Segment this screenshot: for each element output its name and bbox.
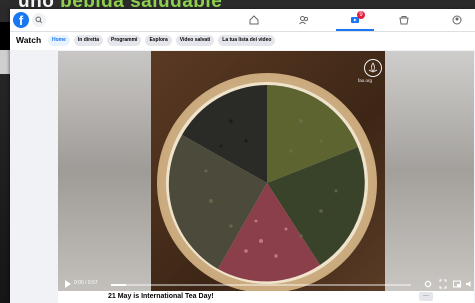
video-controls: 0:00 / 0:57 (58, 277, 474, 291)
video-blur-left (58, 51, 151, 291)
video-blur-right (385, 51, 474, 291)
fao-logo (364, 59, 382, 77)
marketplace-icon[interactable] (397, 13, 411, 27)
home-icon[interactable] (247, 13, 261, 27)
friends-icon[interactable] (297, 13, 311, 27)
watch-header: Watch Home In diretta Programmi Esplora … (10, 32, 475, 50)
video-player[interactable]: fao.org (58, 51, 474, 291)
search-button[interactable] (32, 13, 46, 27)
fao-logo-icon (368, 62, 378, 73)
groups-icon[interactable] (450, 13, 464, 27)
more-options-button[interactable]: ··· (419, 292, 433, 301)
video-caption-bar: 21 May is International Tea Day! ··· (58, 291, 474, 303)
progress-fill (111, 284, 126, 286)
fao-label: fao.org (358, 78, 373, 83)
video-frame[interactable] (151, 51, 385, 291)
tab-saved-videos[interactable]: Video salvati (175, 35, 215, 46)
video-caption: 21 May is International Tea Day! (108, 293, 214, 300)
watch-notification-badge: 9 (357, 11, 365, 19)
facebook-logo-icon[interactable]: f (13, 12, 29, 28)
active-tab-indicator (336, 29, 374, 31)
tab-live[interactable]: In diretta (73, 35, 104, 46)
tab-shows[interactable]: Programmi (107, 35, 142, 46)
tab-home[interactable]: Home (48, 35, 70, 46)
video-time: 0:00 / 0:57 (74, 280, 98, 286)
top-navigation-bar: f 9 (10, 9, 475, 32)
tea-bowl-image (157, 73, 377, 291)
progress-bar[interactable] (111, 284, 411, 286)
watch-tabs: Home In diretta Programmi Esplora Video … (48, 35, 276, 46)
search-icon (35, 16, 43, 24)
tab-watchlist[interactable]: La tua lista dei video (218, 35, 276, 46)
facebook-window: f 9 Watch Home In diretta Programmi Espl… (10, 9, 475, 303)
tab-explore[interactable]: Esplora (145, 35, 172, 46)
watch-title: Watch (16, 35, 42, 45)
